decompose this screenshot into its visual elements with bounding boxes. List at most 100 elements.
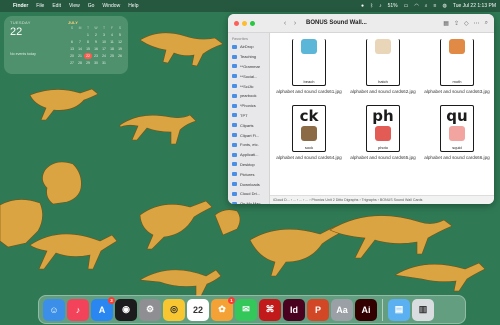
sidebar-item[interactable]: TPT — [228, 111, 269, 121]
sidebar-item[interactable]: Pictures — [228, 169, 269, 179]
sidebar-item[interactable]: On My Mac — [228, 199, 269, 204]
downloads-folder-icon[interactable]: ▤ — [388, 298, 410, 321]
finder-sidebar: Favorites AirDrop Teaching **Grammar **Soci… — [228, 33, 270, 204]
messages-icon[interactable]: ✉ — [235, 298, 257, 321]
menu-help[interactable]: Help — [128, 3, 138, 9]
settings-icon[interactable]: ⚙ — [139, 298, 161, 321]
close-window-button[interactable] — [234, 20, 239, 26]
zoom-window-button[interactable] — [250, 20, 255, 26]
sidebar-item-label: *Phonics — [240, 103, 256, 109]
calendar-day: 31 — [102, 61, 106, 65]
menu-window[interactable]: Window — [102, 3, 120, 9]
powerpoint-icon[interactable]: P — [307, 298, 329, 321]
calendar-day: 18 — [110, 47, 114, 51]
photos-icon[interactable]: ✿ 1 — [211, 296, 235, 321]
card-picture — [301, 126, 317, 141]
sidebar-item-label: Applicati... — [240, 152, 259, 158]
siri-icon[interactable]: ◍ — [442, 3, 446, 9]
menu-clock[interactable]: Tue Jul 22 1:13 PM — [453, 3, 496, 9]
file-item[interactable]: ck sock alphabet and sound cards64.jpg — [274, 105, 344, 160]
sidebar-item[interactable]: Applicati... — [228, 150, 269, 160]
search-icon[interactable]: ⌕ — [425, 3, 428, 9]
calendar-day — [76, 32, 84, 38]
minimize-window-button[interactable] — [242, 20, 247, 26]
acrobat-icon[interactable]: ⌘ — [259, 298, 281, 321]
card-picture — [375, 39, 391, 54]
folder-icon — [232, 172, 237, 177]
sidebar-item[interactable]: **SciJlc — [228, 81, 269, 91]
sidebar-item[interactable]: Clipart Fi... — [228, 130, 269, 140]
calendar-day: 3 — [103, 33, 105, 37]
file-item[interactable]: beach alphabet and sound cards61.jpg — [274, 33, 344, 94]
control-center-icon[interactable]: ≡ — [434, 3, 437, 9]
notification-badge: 1 — [228, 296, 235, 304]
sidebar-item-label: Fonts, etc. — [240, 142, 259, 148]
chrome-icon[interactable]: ◎ — [163, 298, 185, 321]
camera-icon[interactable]: ◉ — [115, 298, 137, 321]
menu-file[interactable]: File — [36, 3, 44, 9]
sidebar-item[interactable]: Cliparts — [228, 120, 269, 130]
record-icon[interactable]: ● — [361, 3, 364, 9]
app-name-menu[interactable]: Finder — [13, 3, 28, 9]
sidebar-item[interactable]: Fonts, etc. — [228, 140, 269, 150]
path-bar[interactable]: iCloud D... › ... › ... › ... › Phonics … — [270, 195, 494, 204]
file-item[interactable]: ph photo alphabet and sound cards65.jpg — [348, 105, 418, 160]
sidebar-item[interactable]: Teaching — [228, 52, 269, 62]
more-options-icon[interactable]: ⋯ — [474, 20, 480, 27]
menu-view[interactable]: View — [69, 3, 80, 9]
sidebar-item[interactable]: Desktop — [228, 160, 269, 170]
file-item[interactable]: qu squid alphabet and sound cards66.jpg — [422, 105, 492, 160]
calendar-month-grid: S M T W T F S 1 2 3 4 5 6 7 8 9 10 11 12 13 14 15 16 17 18 19 20 21… — [68, 25, 124, 66]
illustrator-icon[interactable]: Ai — [355, 298, 377, 321]
music-icon[interactable]: ♪ — [67, 298, 89, 321]
file-item[interactable]: hatch alphabet and sound cards62.jpg — [348, 33, 418, 94]
sidebar-item[interactable]: *Phonics — [228, 101, 269, 111]
finder-icon[interactable]: ☺ — [43, 298, 65, 321]
sidebar-item-label: Pictures — [240, 171, 255, 177]
file-item[interactable]: moth alphabet and sound cards63.jpg — [422, 33, 492, 94]
sidebar-item-label: AirDrop — [240, 44, 254, 50]
dock-separator — [382, 298, 383, 321]
back-chevron-icon[interactable]: ‹ — [280, 20, 290, 27]
file-name: alphabet and sound cards66.jpg — [424, 155, 490, 160]
calendar-day: 10 — [102, 40, 106, 44]
bluetooth-icon[interactable]: ᛒ — [370, 3, 373, 9]
sidebar-item[interactable]: Cloud Dri... — [228, 189, 269, 199]
menu-go[interactable]: Go — [88, 3, 95, 9]
dock-glyph: 22 — [192, 304, 203, 315]
sidebar-item[interactable]: AirDrop — [228, 42, 269, 52]
dock-glyph: A — [98, 304, 106, 315]
calendar-widget[interactable]: TUESDAY 22 No events today JULY SMTWTFS1… — [4, 16, 128, 74]
dock-glyph: Id — [290, 304, 298, 315]
card-word: photo — [377, 145, 388, 150]
search-icon[interactable]: ⌕ — [485, 20, 488, 27]
calendar-day: 22 — [84, 53, 92, 59]
wifi-icon[interactable]: ◠ — [414, 3, 418, 9]
card-word: moth — [452, 79, 462, 84]
volume-icon[interactable]: ♪ — [379, 3, 382, 9]
app-store-icon[interactable]: A3 — [91, 296, 115, 321]
sidebar-item[interactable]: **Grammar — [228, 62, 269, 72]
sidebar-item[interactable]: **Social... — [228, 71, 269, 81]
font-book-icon[interactable]: Aa — [331, 298, 353, 321]
calendar-day: 20 — [70, 54, 74, 58]
dock-glyph: ◉ — [122, 304, 130, 314]
finder-window: ‹ › BONUS Sound Wall... ▦ ⇪ ◇ ⋯ ⌕ Favori… — [228, 14, 494, 204]
sidebar-item[interactable]: yearbook — [228, 91, 269, 101]
share-icon[interactable]: ⇪ — [454, 20, 459, 27]
card-picture — [301, 39, 317, 54]
folder-icon — [232, 93, 237, 98]
menu-edit[interactable]: Edit — [52, 3, 61, 9]
calendar-day: 14 — [78, 47, 82, 51]
sidebar-item[interactable]: Downloads — [228, 179, 269, 189]
sidebar-item-label: **SciJlc — [240, 83, 254, 89]
trash-icon[interactable]: ▥ — [412, 298, 434, 321]
battery-percent[interactable]: 51% — [388, 3, 398, 9]
calendar-day: 24 — [102, 54, 106, 58]
calendar-icon[interactable]: 22 — [187, 298, 209, 321]
tag-icon[interactable]: ◇ — [464, 20, 469, 27]
battery-icon[interactable]: ▭ — [404, 3, 409, 9]
forward-chevron-icon[interactable]: › — [290, 20, 300, 27]
view-options-icon[interactable]: ▦ — [443, 20, 449, 27]
indesign-icon[interactable]: Id — [283, 298, 305, 321]
